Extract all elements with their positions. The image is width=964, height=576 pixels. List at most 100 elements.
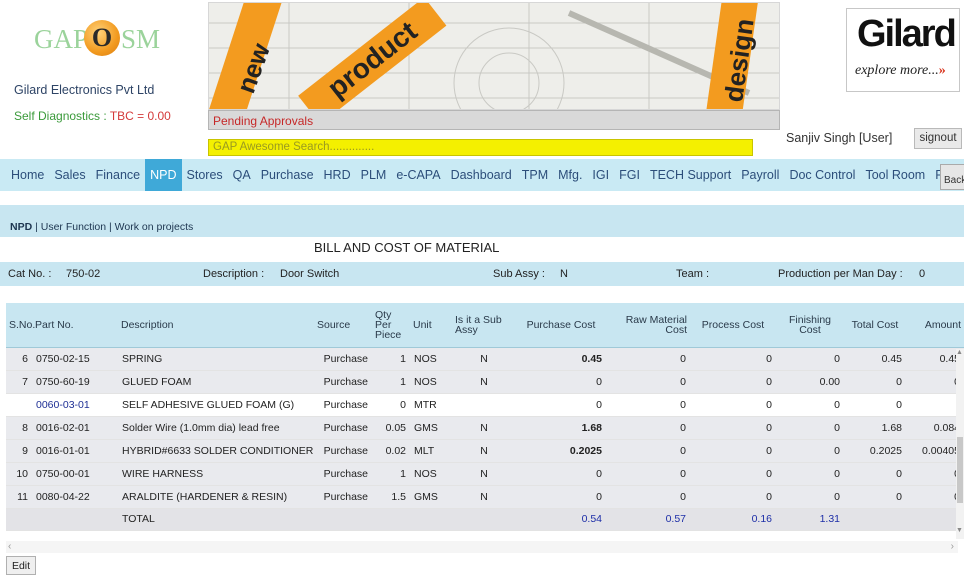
cell-sub — [452, 393, 516, 417]
scroll-thumb[interactable] — [957, 437, 963, 503]
page-title: BILL AND COST OF MATERIAL — [314, 240, 500, 255]
nav-item-purchase[interactable]: Purchase — [256, 159, 319, 191]
nav-item-stores[interactable]: Stores — [182, 159, 228, 191]
cell-raw: 0 — [606, 370, 690, 394]
search-input[interactable]: GAP Awesome Search.............. — [208, 139, 753, 156]
cell-qty: 1 — [372, 462, 410, 486]
column-header-qty-per-piece: Qty Per Piece — [372, 303, 410, 348]
nav-item-doc-control[interactable]: Doc Control — [784, 159, 860, 191]
nav-item-finance[interactable]: Finance — [91, 159, 145, 191]
nav-item-tech-support[interactable]: TECH Support — [645, 159, 736, 191]
cell-purchase: 1.68 — [516, 416, 606, 440]
table-row[interactable]: 11 0080-04-22 ARALDITE (HARDENER & RESIN) P… — [6, 485, 964, 509]
nav-item-plm[interactable]: PLM — [356, 159, 392, 191]
cell-part: 0750-60-19 — [32, 370, 118, 394]
cell-finishing: 0 — [776, 416, 844, 440]
nav-item-mfg[interactable]: Mfg. — [553, 159, 587, 191]
cell-desc: SPRING — [118, 347, 314, 371]
nav-item-qa[interactable]: QA — [228, 159, 256, 191]
cell-source: Purchase — [314, 462, 372, 486]
cell-raw: 0 — [606, 439, 690, 463]
nav-item-tool-room[interactable]: Tool Room — [860, 159, 930, 191]
cell-sno: 9 — [6, 439, 32, 463]
total-empty-cell — [372, 508, 410, 531]
table-row[interactable]: 8 0016-02-01 Solder Wire (1.0mm dia) lead … — [6, 416, 964, 440]
table-row[interactable]: 0060-03-01 SELF ADHESIVE GLUED FOAM (G) Pu… — [6, 393, 964, 417]
bom-grid: S.No. Part No. Description Source Qty Per Pi… — [6, 303, 964, 539]
column-header-total-cost: Total Cost — [844, 303, 906, 348]
nav-item-tpm[interactable]: TPM — [517, 159, 553, 191]
team-label: Team : — [676, 268, 710, 280]
nav-item-fgi[interactable]: FGI — [614, 159, 645, 191]
cell-qty: 1.5 — [372, 485, 410, 509]
cat-value: 750-02 — [66, 268, 101, 280]
cell-finishing: 0 — [776, 393, 844, 417]
table-row[interactable]: 7 0750-60-19 GLUED FOAM Purchase 1 NOS N 0 0 0 0.0… — [6, 370, 964, 394]
signout-button[interactable]: signout — [914, 128, 962, 149]
logo-globe-icon: O — [84, 20, 120, 56]
nav-item-payroll[interactable]: Payroll — [736, 159, 784, 191]
total-raw: 0.57 — [606, 508, 690, 531]
cell-purchase: 0 — [516, 462, 606, 486]
cell-source: Purchase — [314, 416, 372, 440]
cell-unit: NOS — [410, 370, 452, 394]
production-label: Production per Man Day : — [778, 268, 903, 280]
column-header-purchase-cost: Purchase Cost — [516, 303, 606, 348]
breadcrumb-section[interactable]: NPD — [10, 221, 32, 233]
table-row[interactable]: 9 0016-01-01 HYBRID#6633 SOLDER CONDITIONE… — [6, 439, 964, 463]
nav-item-npd[interactable]: NPD — [145, 159, 182, 191]
production-value: 0 — [919, 268, 926, 280]
column-header-amount: Amount — [906, 303, 964, 348]
cell-total: 0 — [844, 462, 906, 486]
nav-item-sales[interactable]: Sales — [49, 159, 90, 191]
table-row[interactable]: 10 0750-00-01 WIRE HARNESS Purchase 1 NOS N 0 0 0… — [6, 462, 964, 486]
cell-process: 0 — [690, 416, 776, 440]
scroll-down-icon[interactable]: ▼ — [956, 527, 963, 534]
nav-item-hrd[interactable]: HRD — [319, 159, 356, 191]
gilard-logo: Gilard explore more...» — [846, 8, 960, 92]
brand-name: Gilard — [857, 13, 957, 55]
pending-approvals-bar[interactable]: Pending Approvals — [208, 110, 780, 130]
logo-text-middle: O — [91, 23, 113, 52]
bom-table: S.No. Part No. Description Source Qty Per Pi… — [6, 303, 964, 531]
cell-qty: 1 — [372, 347, 410, 371]
cell-sub: N — [452, 370, 516, 394]
cell-process: 0 — [690, 439, 776, 463]
scroll-up-icon[interactable]: ▲ — [956, 349, 963, 356]
cell-raw: 0 — [606, 347, 690, 371]
cell-sub: N — [452, 416, 516, 440]
cell-unit: MTR — [410, 393, 452, 417]
back-button[interactable]: Back — [940, 164, 964, 190]
table-total-row: TOTAL 0.54 0.57 0.16 1.31 — [6, 508, 964, 531]
total-empty-cell — [314, 508, 372, 531]
diagnostics-label: Self Diagnostics : — [14, 109, 110, 123]
cell-total: 0 — [844, 485, 906, 509]
user-name: Sanjiv Singh [User] — [786, 131, 893, 145]
nav-item-home[interactable]: Home — [6, 159, 49, 191]
column-header-part-no: Part No. — [32, 303, 118, 348]
cell-process: 0 — [690, 393, 776, 417]
main-nav: Home Sales Finance NPD Stores QA Purchase HRD PL… — [0, 159, 964, 191]
table-row[interactable]: 6 0750-02-15 SPRING Purchase 1 NOS N 0.45 0 0 0 0.4… — [6, 347, 964, 371]
cell-desc: GLUED FOAM — [118, 370, 314, 394]
nav-item-dashboard[interactable]: Dashboard — [446, 159, 517, 191]
total-purchase: 0.54 — [516, 508, 606, 531]
cell-desc: ARALDITE (HARDENER & RESIN) — [118, 485, 314, 509]
cell-raw: 0 — [606, 393, 690, 417]
horizontal-scrollbar[interactable]: ‹ › — [6, 541, 958, 553]
scroll-left-icon[interactable]: ‹ — [8, 541, 11, 552]
total-empty-cell — [6, 508, 32, 531]
cell-unit: GMS — [410, 485, 452, 509]
diagnostics-value: TBC = 0.00 — [109, 109, 171, 123]
cell-part: 0750-02-15 — [32, 347, 118, 371]
column-header-unit: Unit — [410, 303, 452, 348]
cell-sub: N — [452, 485, 516, 509]
scroll-right-icon[interactable]: › — [951, 541, 954, 552]
vertical-scrollbar[interactable]: ▲ ▼ — [956, 349, 964, 539]
cell-process: 0 — [690, 462, 776, 486]
nav-item-igi[interactable]: IGI — [587, 159, 614, 191]
edit-button[interactable]: Edit — [6, 556, 36, 575]
gaposm-logo[interactable]: GAP O SM — [34, 14, 174, 72]
cell-desc: HYBRID#6633 SOLDER CONDITIONER — [118, 439, 314, 463]
nav-item-e-capa[interactable]: e-CAPA — [391, 159, 445, 191]
